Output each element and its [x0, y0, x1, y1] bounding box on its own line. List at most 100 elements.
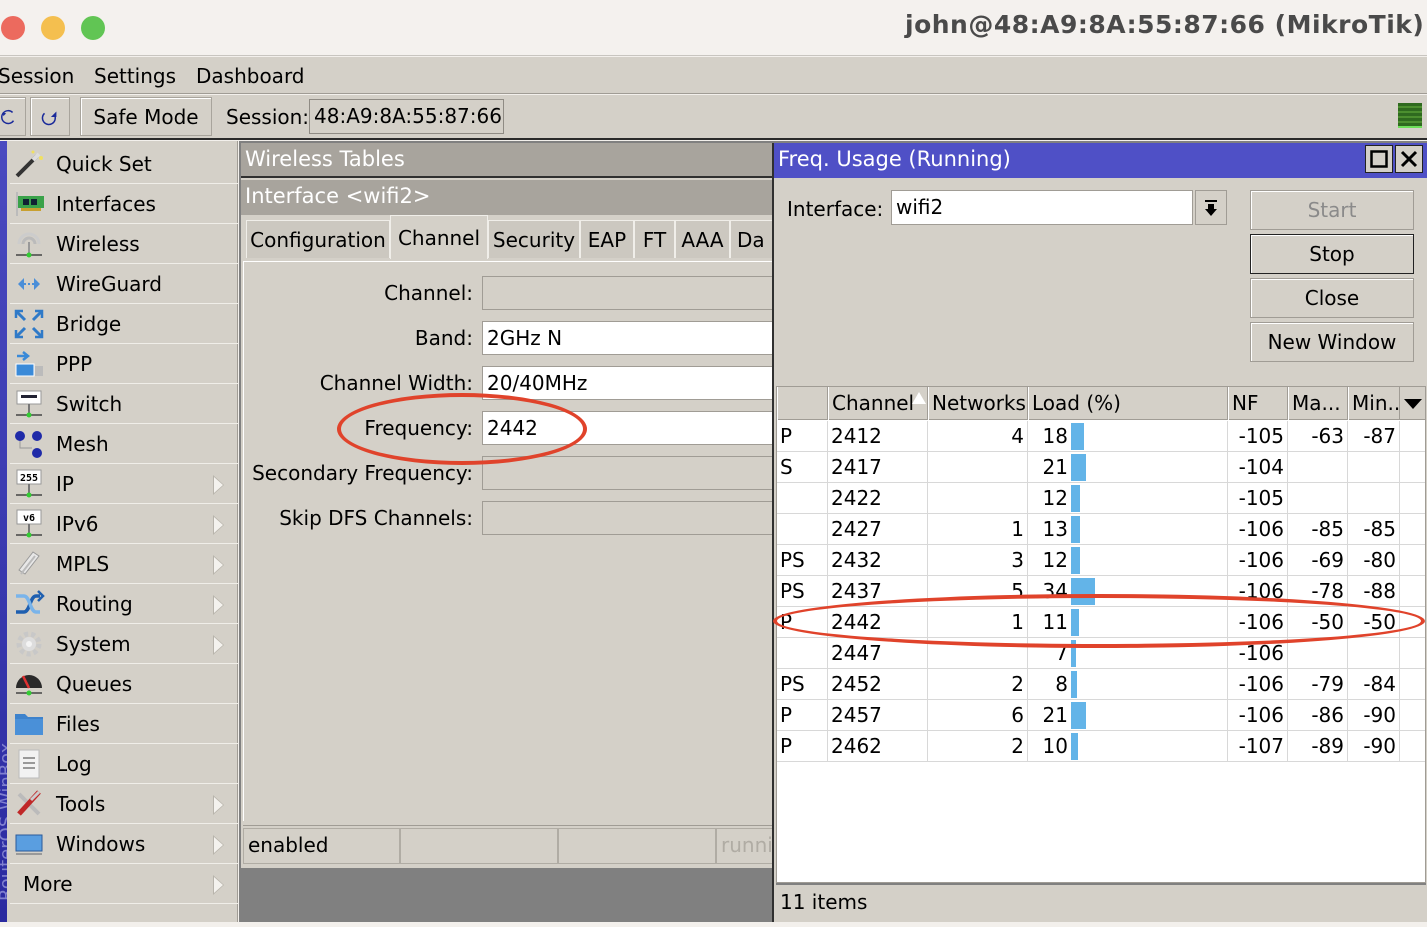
- table-row[interactable]: 2422 12 -105: [777, 483, 1425, 514]
- menu-dashboard[interactable]: Dashboard: [196, 64, 305, 88]
- close-window-action-button[interactable]: Close: [1250, 278, 1414, 318]
- freq-usage-window: Freq. Usage (Running) Interface: wifi2 S…: [772, 143, 1427, 922]
- field-secondary-frequency: Secondary Frequency:: [244, 456, 782, 490]
- sidebar-item-quick-set[interactable]: Quick Set: [10, 144, 238, 184]
- close-window-button[interactable]: [1, 16, 25, 40]
- sidebar-item-more[interactable]: More: [10, 864, 238, 904]
- sidebar-item-label: Tools: [56, 791, 106, 816]
- item-count: 11 items: [776, 883, 1426, 920]
- cell-load: 11: [1028, 607, 1228, 638]
- table-row[interactable]: PS 2452 2 8 -106 -79 -84: [777, 669, 1425, 700]
- tab-security[interactable]: Security: [488, 220, 580, 258]
- interface-window-title[interactable]: Interface <wifi2>: [241, 180, 772, 215]
- table-row[interactable]: S 2417 21 -104: [777, 452, 1425, 483]
- tab-eap[interactable]: EAP: [580, 220, 634, 258]
- band-input[interactable]: 2GHz N: [482, 321, 782, 355]
- sidebar-item-ppp[interactable]: PPP: [10, 344, 238, 384]
- interface-select[interactable]: wifi2: [891, 190, 1193, 225]
- cell-flags: S: [777, 452, 828, 483]
- table-row[interactable]: 2447 7 -106: [777, 638, 1425, 669]
- sidebar-item-queues[interactable]: Queues: [10, 664, 238, 704]
- sidebar-item-windows[interactable]: Windows: [10, 824, 238, 864]
- sidebar-item-label: Quick Set: [56, 151, 152, 176]
- cell-max: -79: [1288, 669, 1348, 700]
- sidebar-item-label: Mesh: [56, 431, 109, 456]
- sidebar-item-log[interactable]: Log: [10, 744, 238, 784]
- ppp-icon: [12, 347, 46, 381]
- cell-load: 12: [1028, 483, 1228, 514]
- sidebar-item-system[interactable]: System: [10, 624, 238, 664]
- safe-mode-button[interactable]: Safe Mode: [80, 97, 212, 136]
- cell-flags: P: [777, 607, 828, 638]
- network-card-icon: [12, 187, 46, 221]
- cell-max: [1288, 483, 1348, 514]
- channel-input[interactable]: [482, 276, 782, 310]
- sidebar-item-wireless[interactable]: Wireless: [10, 224, 238, 264]
- start-button[interactable]: Start: [1250, 190, 1414, 230]
- tab-channel[interactable]: Channel: [390, 215, 488, 259]
- sidebar-item-wireguard[interactable]: WireGuard: [10, 264, 238, 304]
- stop-button[interactable]: Stop: [1250, 234, 1414, 274]
- table-row[interactable]: P 2442 1 11 -106 -50 -50: [777, 607, 1425, 638]
- sidebar-item-bridge[interactable]: Bridge: [10, 304, 238, 344]
- minimize-window-button[interactable]: [41, 16, 65, 40]
- menu-settings[interactable]: Settings: [94, 64, 176, 88]
- column-header-networks[interactable]: Networks: [928, 387, 1028, 420]
- undo-button[interactable]: [0, 97, 26, 136]
- cell-networks: 2: [928, 731, 1028, 762]
- table-row[interactable]: 2427 1 13 -106 -85 -85: [777, 514, 1425, 545]
- sidebar-item-ip[interactable]: 255 IP: [10, 464, 238, 504]
- table-row[interactable]: PS 2437 5 34 -106 -78 -88: [777, 576, 1425, 607]
- close-button[interactable]: [1395, 145, 1423, 173]
- field-channel: Channel:: [244, 276, 782, 310]
- cell-nf: -106: [1228, 700, 1288, 731]
- skip-dfs-channels-input[interactable]: [482, 501, 782, 535]
- channel-width-input[interactable]: 20/40MHz: [482, 366, 782, 400]
- wireless-tables-title[interactable]: Wireless Tables: [241, 143, 772, 178]
- column-header-nf[interactable]: NF: [1228, 387, 1288, 420]
- field-label: Frequency:: [364, 416, 473, 440]
- cell-channel: 2412: [828, 421, 928, 452]
- sidebar-item-tools[interactable]: Tools: [10, 784, 238, 824]
- submenu-arrow-icon: [213, 835, 224, 855]
- cell-min: -50: [1348, 607, 1400, 638]
- field-channel-width: Channel Width: 20/40MHz: [244, 366, 782, 400]
- sidebar-item-mesh[interactable]: Mesh: [10, 424, 238, 464]
- new-window-button[interactable]: New Window: [1250, 322, 1414, 362]
- redo-button[interactable]: [30, 97, 70, 136]
- column-header-channel[interactable]: Channel: [828, 387, 928, 420]
- table-row[interactable]: P 2457 6 21 -106 -86 -90: [777, 700, 1425, 731]
- cell-channel: 2422: [828, 483, 928, 514]
- sidebar-item-label: IP: [56, 471, 74, 496]
- field-skip-dfs-channels: Skip DFS Channels:: [244, 501, 782, 535]
- column-header-flags[interactable]: [777, 387, 828, 420]
- load-value: 12: [1042, 548, 1068, 572]
- column-header-load[interactable]: Load (%): [1028, 387, 1228, 420]
- redo-icon: [41, 111, 57, 125]
- secondary-frequency-input[interactable]: [482, 456, 782, 490]
- freq-usage-title[interactable]: Freq. Usage (Running): [774, 143, 1427, 178]
- sidebar-item-files[interactable]: Files: [10, 704, 238, 744]
- table-row[interactable]: PS 2432 3 12 -106 -69 -80: [777, 545, 1425, 576]
- tab-configuration[interactable]: Configuration: [246, 220, 390, 258]
- tab-ft[interactable]: FT: [634, 220, 675, 258]
- frequency-input[interactable]: 2442: [482, 411, 782, 445]
- tab-aaa[interactable]: AAA: [675, 220, 730, 258]
- zoom-window-button[interactable]: [81, 16, 105, 40]
- sidebar-item-switch[interactable]: Switch: [10, 384, 238, 424]
- interface-dropdown-button[interactable]: [1195, 190, 1227, 225]
- table-row[interactable]: P 2412 4 18 -105 -63 -87: [777, 421, 1425, 452]
- sidebar-item-routing[interactable]: Routing: [10, 584, 238, 624]
- column-menu-icon[interactable]: [1399, 387, 1425, 420]
- sidebar-item-label: Bridge: [56, 311, 122, 336]
- window-titlebar: john@48:A9:8A:55:87:66 (MikroTik) - W: [0, 0, 1427, 56]
- cell-load: 21: [1028, 452, 1228, 483]
- maximize-button[interactable]: [1365, 145, 1393, 173]
- menu-session[interactable]: Session: [0, 64, 74, 88]
- column-header-min[interactable]: Min..: [1348, 387, 1400, 420]
- sidebar-item-mpls[interactable]: MPLS: [10, 544, 238, 584]
- table-row[interactable]: P 2462 2 10 -107 -89 -90: [777, 731, 1425, 762]
- sidebar-item-ipv6[interactable]: v6 IPv6: [10, 504, 238, 544]
- column-header-max[interactable]: Ma...: [1288, 387, 1348, 420]
- sidebar-item-interfaces[interactable]: Interfaces: [10, 184, 238, 224]
